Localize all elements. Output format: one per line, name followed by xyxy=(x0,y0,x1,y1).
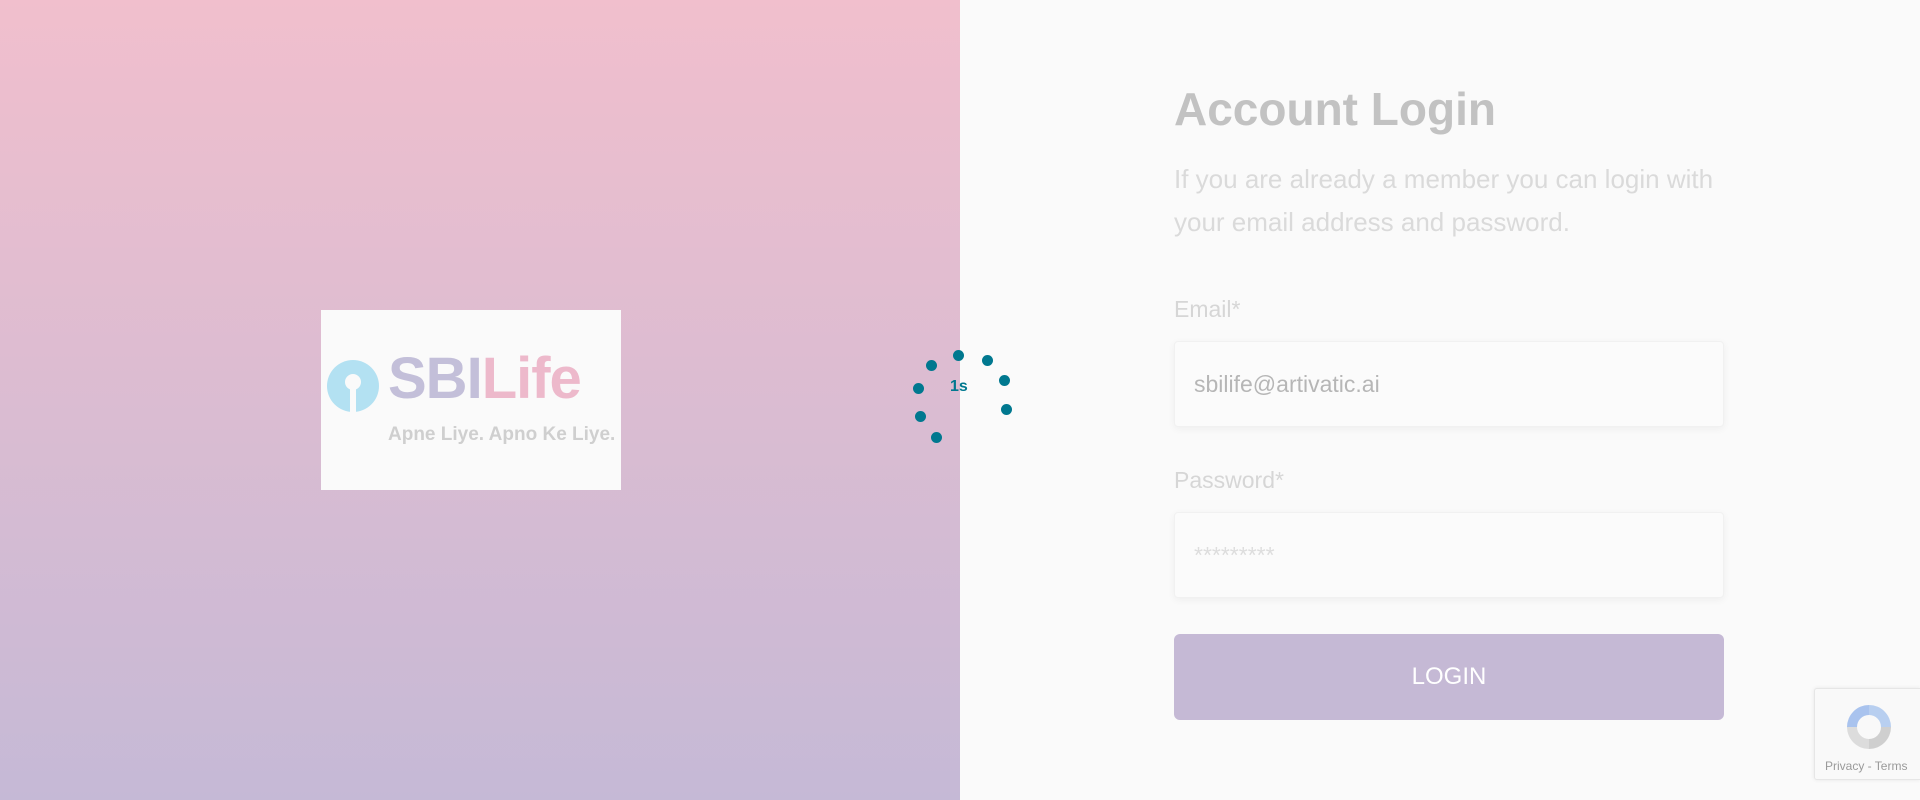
spinner-label: 1s xyxy=(950,378,968,395)
spinner-dot xyxy=(999,375,1010,386)
sbi-life-logo: SBILife Apne Liye. Apno Ke Liye. xyxy=(321,310,621,490)
spinner-dot xyxy=(915,411,926,422)
password-label: Password* xyxy=(1174,467,1284,493)
loading-spinner: 1s xyxy=(910,350,1012,450)
logo-tagline: Apne Liye. Apno Ke Liye. xyxy=(388,424,616,445)
password-field[interactable] xyxy=(1174,512,1724,598)
page-title: Account Login xyxy=(1174,83,1496,135)
email-field[interactable] xyxy=(1174,341,1724,427)
logo-wordmark: SBILife xyxy=(388,350,582,408)
spinner-dot xyxy=(982,355,993,366)
logo-sbi-text: SBI xyxy=(388,346,483,411)
terms-link[interactable]: Terms xyxy=(1875,759,1908,773)
spinner-dot xyxy=(926,360,937,371)
logo-life-text: Life xyxy=(481,346,582,411)
spinner-dot xyxy=(953,350,964,361)
privacy-link[interactable]: Privacy xyxy=(1825,759,1864,773)
recaptcha-links: Privacy - Terms xyxy=(1825,759,1907,773)
recaptcha-badge[interactable]: Privacy - Terms xyxy=(1814,688,1920,780)
recaptcha-icon xyxy=(1847,705,1891,749)
brand-panel: SBILife Apne Liye. Apno Ke Liye. xyxy=(0,0,960,800)
link-separator: - xyxy=(1864,759,1875,773)
spinner-dot xyxy=(913,383,924,394)
login-button[interactable]: LOGIN xyxy=(1174,634,1724,720)
spinner-dot xyxy=(931,432,942,443)
spinner-dot xyxy=(1001,404,1012,415)
login-subtitle: If you are already a member you can logi… xyxy=(1174,164,1714,237)
email-label: Email* xyxy=(1174,296,1241,322)
sbi-keyhole-icon xyxy=(327,360,379,412)
login-page: SBILife Apne Liye. Apno Ke Liye. 1s Acco… xyxy=(0,0,1920,800)
